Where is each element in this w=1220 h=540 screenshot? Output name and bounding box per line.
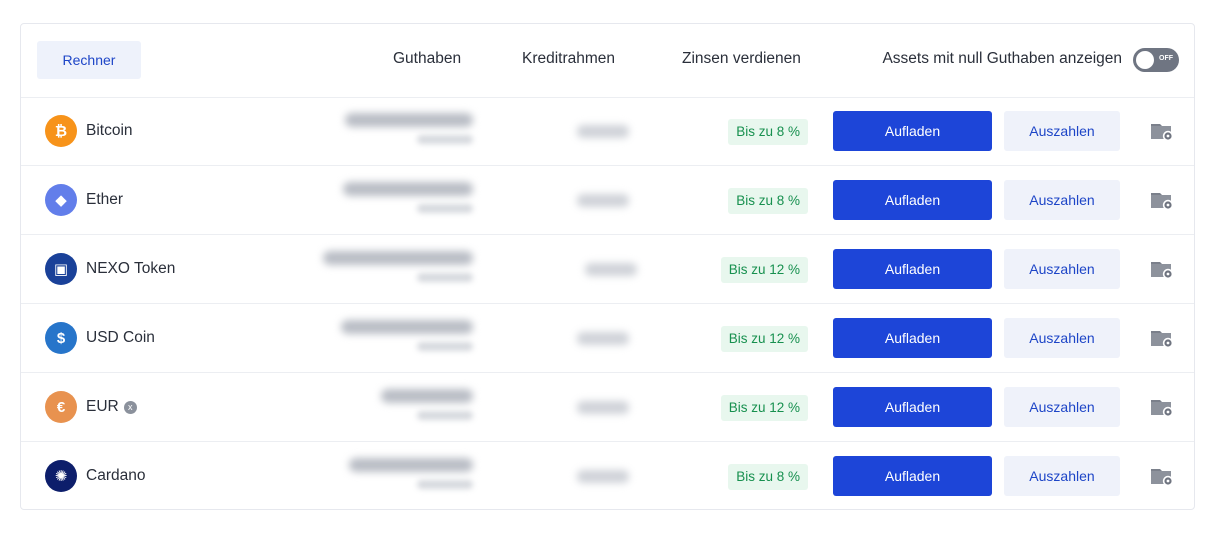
asset-name-text: Cardano [86,467,146,484]
wallet-settings-icon[interactable] [1149,189,1175,211]
coin-glyph: ◆ [55,192,67,209]
interest-rate-badge: Bis zu 12 % [720,257,808,283]
interest-rate-badge: Bis zu 8 % [728,119,808,145]
credit-line-redacted [577,401,629,414]
balance-value-redacted [381,389,473,403]
usdc-icon: $ [45,322,77,354]
wallet-settings-icon[interactable] [1149,120,1175,142]
deposit-button[interactable]: Aufladen [833,387,992,427]
wallet-settings-icon[interactable] [1149,396,1175,418]
deposit-button[interactable]: Aufladen [833,111,992,151]
coin-glyph: ✺ [54,468,68,485]
balance-value-redacted [349,458,473,472]
balance-fiat-redacted [417,411,473,420]
coin-glyph: $ [56,329,66,347]
balance-fiat-redacted [417,342,473,351]
coin-glyph: ▣ [53,261,69,278]
credit-line-redacted [585,263,637,276]
asset-row: ◆ Ether Bis zu 8 % Aufladen Auszahlen [21,166,1194,235]
asset-name: USD Coin [86,329,155,347]
nexo-icon: ▣ [45,253,77,285]
zero-balance-toggle[interactable]: OFF [1133,48,1179,72]
balance-value-redacted [343,182,473,196]
coin-glyph: € [56,398,66,416]
asset-row: € EUR x Bis zu 12 % Aufladen Auszahlen [21,373,1194,442]
credit-line-redacted [577,470,629,483]
withdraw-button[interactable]: Auszahlen [1004,387,1120,427]
info-icon[interactable]: x [123,401,137,414]
withdraw-button[interactable]: Auszahlen [1004,111,1120,151]
balance-fiat-redacted [417,135,473,144]
column-credit-line: Kreditrahmen [522,50,616,67]
asset-row: ▣ NEXO Token Bis zu 12 % Aufladen Auszah… [21,235,1194,304]
deposit-button[interactable]: Aufladen [833,456,992,496]
interest-rate-badge: Bis zu 8 % [728,188,808,214]
asset-name: EUR x [86,398,137,416]
toggle-state-label: OFF [1159,55,1173,62]
asset-name: NEXO Token [86,260,175,278]
asset-row: $ USD Coin Bis zu 12 % Aufladen Auszahle… [21,304,1194,373]
asset-name: Bitcoin [86,122,133,140]
asset-name-text: Ether [86,191,124,208]
balance-fiat-redacted [417,273,473,282]
withdraw-button[interactable]: Auszahlen [1004,249,1120,289]
wallet-settings-icon[interactable] [1149,258,1175,280]
withdraw-button[interactable]: Auszahlen [1004,318,1120,358]
balance-value-redacted [323,251,473,265]
asset-name: Cardano [86,467,145,485]
interest-rate-badge: Bis zu 12 % [720,326,808,352]
column-earn-interest: Zinsen verdienen [682,50,801,67]
asset-row: ₿ Bitcoin Bis zu 8 % Aufladen Auszahlen [21,97,1194,166]
credit-line-redacted [577,194,629,207]
withdraw-button[interactable]: Auszahlen [1004,456,1120,496]
zero-balance-label: Assets mit null Guthaben anzeigen [882,50,1122,67]
calculator-button[interactable]: Rechner [37,41,141,79]
withdraw-button[interactable]: Auszahlen [1004,180,1120,220]
credit-line-redacted [577,332,629,345]
assets-panel: Rechner Guthaben Kreditrahmen Zinsen ver… [20,23,1195,510]
asset-name-text: Bitcoin [86,122,133,139]
bitcoin-icon: ₿ [45,115,77,147]
asset-name-text: NEXO Token [86,260,176,277]
column-balance: Guthaben [393,50,462,67]
toggle-knob [1136,51,1154,69]
balance-value-redacted [341,320,473,334]
coin-glyph: ₿ [54,122,68,140]
ethereum-icon: ◆ [45,184,77,216]
balance-fiat-redacted [417,480,473,489]
deposit-button[interactable]: Aufladen [833,249,992,289]
asset-row: ✺ Cardano Bis zu 8 % Aufladen Auszahlen [21,442,1194,511]
interest-rate-badge: Bis zu 12 % [720,395,808,421]
cardano-icon: ✺ [45,460,77,492]
asset-name-text: EUR [86,398,119,415]
balance-value-redacted [345,113,473,127]
balance-fiat-redacted [417,204,473,213]
deposit-button[interactable]: Aufladen [833,180,992,220]
wallet-settings-icon[interactable] [1149,327,1175,349]
interest-rate-badge: Bis zu 8 % [728,464,808,490]
asset-name: Ether [86,191,123,209]
asset-name-text: USD Coin [86,329,155,346]
table-header: Rechner Guthaben Kreditrahmen Zinsen ver… [21,24,1194,98]
wallet-settings-icon[interactable] [1149,465,1175,487]
euro-icon: € [45,391,77,423]
deposit-button[interactable]: Aufladen [833,318,992,358]
credit-line-redacted [577,125,629,138]
